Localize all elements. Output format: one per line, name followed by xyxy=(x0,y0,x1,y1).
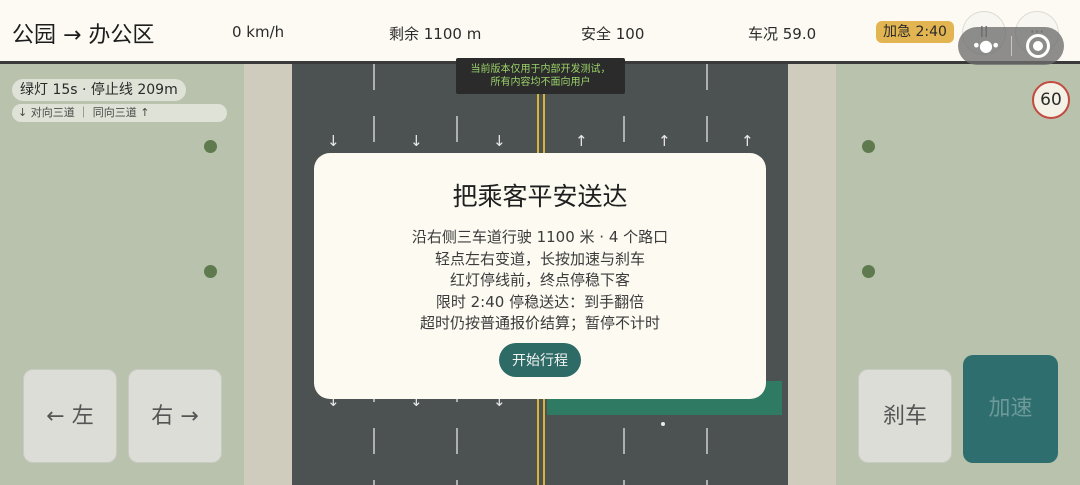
dev-notice-line: 所有内容均不面向用户 xyxy=(490,77,591,88)
speed-readout: 0 km/h xyxy=(232,23,285,41)
lanes-info: ↓ 对向三道 ｜ 同向三道 ↑ xyxy=(12,104,227,122)
lane-arrow-up-icon: ↑ xyxy=(658,132,671,150)
speed-limit-sign: 60 xyxy=(1032,81,1070,119)
dev-notice-line: 当前版本仅用于内部开发测试， xyxy=(470,64,611,75)
intro-dialog: 把乘客平安送达 沿右侧三车道行驶 1100 米 · 4 个路口 轻点左右变道，长… xyxy=(314,153,766,399)
lane-arrow-down-icon: ↓ xyxy=(410,132,423,150)
player-car-icon xyxy=(655,399,671,426)
lane-arrow-up-icon: ↑ xyxy=(575,132,588,150)
tree-icon xyxy=(862,265,875,278)
right-sidewalk xyxy=(788,64,836,485)
remaining-distance: 剩余 1100 m xyxy=(389,25,482,43)
status-bar: 公园 → 办公区 0 km/h 剩余 1100 m 安全 100 车况 59.0… xyxy=(0,0,1080,64)
capsule-divider xyxy=(1011,36,1012,56)
lane-arrow-up-icon: ↑ xyxy=(741,132,754,150)
lane-arrow-down-icon: ↓ xyxy=(327,132,340,150)
dev-notice: 当前版本仅用于内部开发测试， 所有内容均不面向用户 xyxy=(456,58,625,94)
lane-arrow-down-icon: ↓ xyxy=(493,132,506,150)
safety-score: 安全 100 xyxy=(581,25,645,43)
steer-left-button[interactable]: ← 左 xyxy=(23,369,117,463)
route-title: 公园 → 办公区 xyxy=(12,23,155,48)
tree-icon xyxy=(862,140,875,153)
instruction-line: 超时仍按普通报价结算；暂停不计时 xyxy=(419,314,660,332)
capsule-menu-icon[interactable]: •●• xyxy=(970,37,1001,55)
accelerate-button[interactable]: 加速 xyxy=(963,355,1058,463)
signal-status: 绿灯 15s · 停止线 209m xyxy=(12,79,186,101)
steer-right-button[interactable]: 右 → xyxy=(128,369,222,463)
dialog-instructions: 沿右侧三车道行驶 1100 米 · 4 个路口 轻点左右变道，长按加速与刹车 红… xyxy=(314,227,766,335)
instruction-line: 轻点左右变道，长按加速与刹车 xyxy=(434,249,645,268)
mini-program-capsule: •●• xyxy=(958,27,1064,65)
car-condition: 车况 59.0 xyxy=(748,25,817,43)
instruction-line: 限时 2:40 停稳送达：到手翻倍 xyxy=(435,292,645,311)
instruction-line: 红灯停线前，终点停稳下客 xyxy=(449,271,630,289)
capsule-close-icon[interactable] xyxy=(1026,34,1050,58)
start-trip-button[interactable]: 开始行程 xyxy=(499,343,581,377)
tree-icon xyxy=(204,140,217,153)
tree-icon xyxy=(204,265,217,278)
brake-button[interactable]: 刹车 xyxy=(858,369,952,463)
left-sidewalk xyxy=(244,64,292,485)
instruction-line: 沿右侧三车道行驶 1100 米 · 4 个路口 xyxy=(411,228,669,246)
rush-timer-badge: 加急 2:40 xyxy=(876,21,954,43)
dialog-title: 把乘客平安送达 xyxy=(452,182,628,211)
